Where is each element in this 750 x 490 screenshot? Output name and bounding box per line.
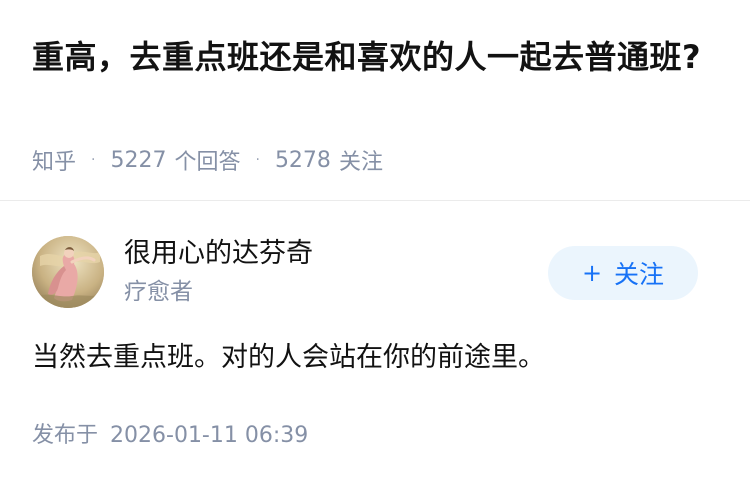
follower-count: 5278 (274, 147, 331, 173)
author-headline: 疗愈者 (124, 279, 193, 305)
question-meta: 知乎 · 5227 个回答 · 5278 关注 (32, 144, 383, 176)
follow-button[interactable]: + 关注 (548, 246, 698, 300)
answer-content: 当然去重点班。对的人会站在你的前途里。 (32, 342, 545, 373)
follow-button-label: 关注 (614, 260, 665, 289)
meta-separator: · (91, 152, 96, 168)
question-title[interactable]: 重高，去重点班还是和喜欢的人一起去普通班? (32, 30, 722, 84)
author-card: 很用心的达芬奇 疗愈者 + 关注 (32, 236, 718, 308)
author-name[interactable]: 很用心的达芬奇 (124, 236, 313, 272)
avatar-painting-icon (32, 236, 104, 308)
publish-time: 2026-01-11 06:39 (110, 423, 309, 448)
source-label: 知乎 (32, 150, 77, 175)
publish-info: 发布于 2026-01-11 06:39 (32, 420, 308, 452)
answer-count-label: 个回答 (174, 150, 241, 175)
question-header: 重高，去重点班还是和喜欢的人一起去普通班? 知乎 · 5227 个回答 · 52… (32, 30, 722, 175)
section-divider (0, 200, 750, 201)
meta-separator: · (255, 152, 260, 168)
follower-count-label: 关注 (338, 150, 383, 175)
plus-icon: + (581, 259, 603, 287)
publish-label: 发布于 (32, 423, 99, 448)
avatar[interactable] (32, 236, 104, 308)
answer-count: 5227 (110, 147, 167, 173)
